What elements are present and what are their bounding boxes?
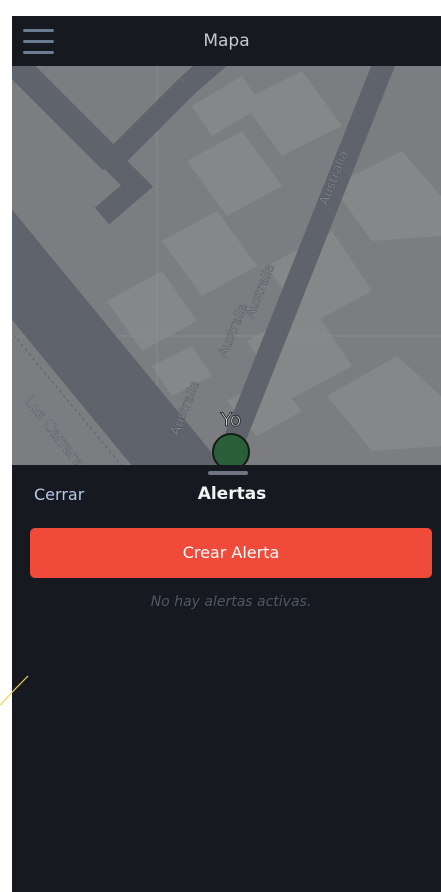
street-label-australia-3: Australia: [216, 301, 251, 360]
create-alert-button[interactable]: Crear Alerta: [30, 528, 432, 578]
top-bar: Mapa: [12, 16, 441, 66]
street-label-los-carrera: Los Carrera: [21, 392, 88, 471]
app-screen: Mapa Australia Australia Australia Austr…: [12, 16, 441, 892]
sheet-title: Alertas: [197, 484, 267, 504]
page-title: Mapa: [203, 31, 250, 51]
alerts-bottom-sheet: Cerrar Alertas Crear Alerta No hay alert…: [12, 465, 441, 892]
user-marker-label: Yo: [220, 409, 242, 431]
empty-alerts-message: No hay alertas activas.: [150, 594, 312, 610]
map-canvas: Australia Australia Australia Australia …: [12, 66, 441, 486]
map-view[interactable]: Australia Australia Australia Australia …: [12, 66, 441, 486]
sheet-header: Cerrar Alertas: [12, 483, 441, 511]
drag-handle[interactable]: [208, 471, 248, 475]
